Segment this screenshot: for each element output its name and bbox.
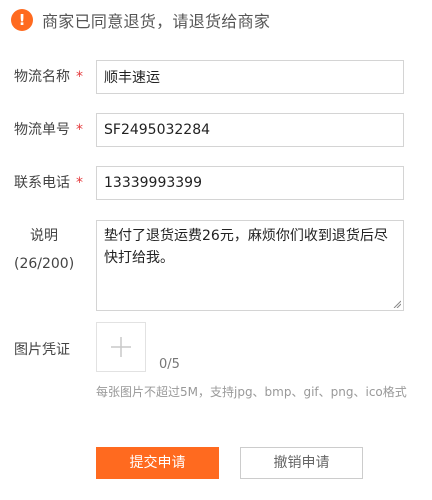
logistics-name-label: 物流名称: [14, 69, 70, 85]
cancel-button[interactable]: 撤销申请: [240, 447, 363, 479]
description-counter: (26/200): [14, 256, 75, 272]
tracking-number-label: 物流单号: [14, 122, 70, 138]
image-count: 0/5: [159, 357, 180, 372]
description-label-block: 说明 (26/200): [14, 225, 74, 275]
tracking-number-label-row: 物流单号 *: [14, 121, 83, 139]
logistics-name-input[interactable]: [96, 60, 404, 94]
logistics-name-label-row: 物流名称 *: [14, 68, 83, 86]
image-proof-label: 图片凭证: [14, 342, 70, 358]
required-mark: *: [76, 69, 83, 85]
required-mark: *: [76, 122, 83, 138]
image-upload-button[interactable]: [96, 322, 146, 372]
description-label: 说明: [30, 228, 58, 244]
submit-button[interactable]: 提交申请: [96, 447, 219, 479]
status-notice: ! 商家已同意退货，请退货给商家: [11, 7, 270, 33]
phone-input[interactable]: [96, 166, 404, 200]
exclamation-icon: !: [11, 9, 33, 31]
description-textarea[interactable]: 垫付了退货运费26元，麻烦你们收到退货后尽快打给我。: [96, 220, 404, 311]
phone-label-row: 联系电话 *: [14, 174, 83, 192]
notice-text: 商家已同意退货，请退货给商家: [42, 12, 271, 31]
required-mark: *: [76, 175, 83, 191]
phone-label: 联系电话: [14, 175, 70, 191]
return-application-form: ! 商家已同意退货，请退货给商家 物流名称 * 物流单号 * 联系电话 * 说明 (2…: [0, 0, 432, 500]
image-upload-hint: 每张图片不超过5M，支持jpg、bmp、gif、png、ico格式: [96, 385, 407, 399]
plus-icon: [111, 337, 131, 357]
description-text: 垫付了退货运费26元，麻烦你们收到退货后尽快打给我。: [104, 228, 388, 266]
resize-grip-icon[interactable]: [393, 300, 401, 308]
tracking-number-input[interactable]: [96, 113, 404, 147]
